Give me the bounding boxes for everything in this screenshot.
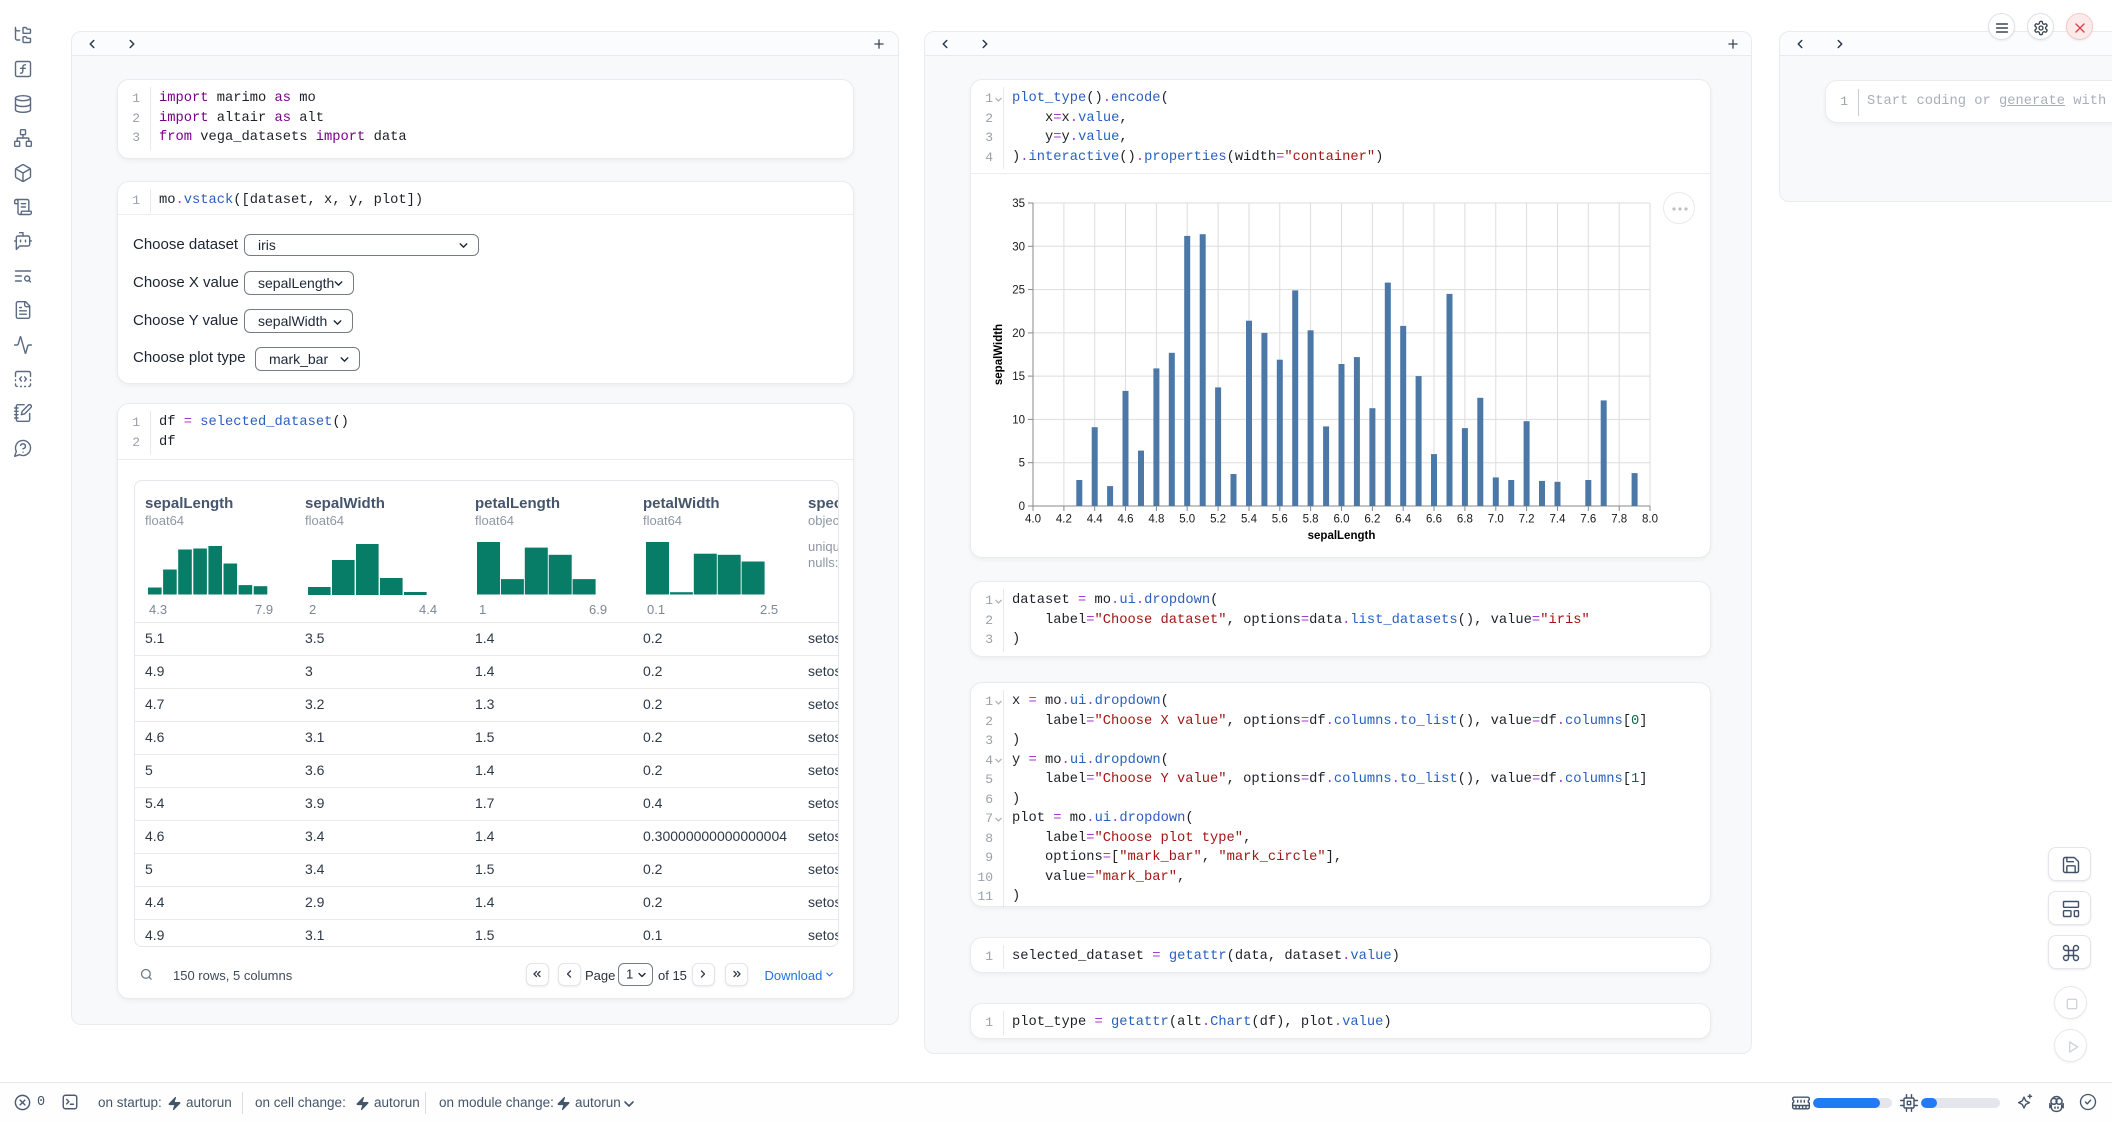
- svg-text:6.2: 6.2: [1364, 514, 1380, 526]
- svg-text:7.8: 7.8: [1611, 514, 1627, 526]
- svg-text:sepalLength: sepalLength: [1308, 530, 1376, 542]
- svg-text:4.0: 4.0: [1025, 514, 1041, 526]
- svg-text:5.0: 5.0: [1179, 514, 1195, 526]
- svg-text:0: 0: [1019, 501, 1025, 513]
- svg-text:4.2: 4.2: [1056, 514, 1072, 526]
- svg-text:5.8: 5.8: [1303, 514, 1319, 526]
- svg-text:6.6: 6.6: [1426, 514, 1442, 526]
- svg-text:4.8: 4.8: [1148, 514, 1164, 526]
- svg-text:6.8: 6.8: [1457, 514, 1473, 526]
- svg-text:7.6: 7.6: [1580, 514, 1596, 526]
- svg-text:7.4: 7.4: [1550, 514, 1567, 526]
- svg-text:5: 5: [1019, 458, 1025, 470]
- svg-text:4.6: 4.6: [1118, 514, 1134, 526]
- svg-text:30: 30: [1012, 241, 1025, 253]
- svg-text:20: 20: [1012, 328, 1025, 340]
- svg-text:7.0: 7.0: [1488, 514, 1504, 526]
- svg-text:5.4: 5.4: [1241, 514, 1258, 526]
- svg-text:35: 35: [1012, 198, 1025, 210]
- svg-text:15: 15: [1012, 371, 1025, 383]
- svg-text:6.0: 6.0: [1334, 514, 1350, 526]
- svg-text:10: 10: [1012, 414, 1025, 426]
- svg-text:7.2: 7.2: [1519, 514, 1535, 526]
- svg-text:5.6: 5.6: [1272, 514, 1288, 526]
- svg-text:sepalWidth: sepalWidth: [993, 324, 1005, 385]
- svg-text:4.4: 4.4: [1087, 514, 1104, 526]
- svg-text:25: 25: [1012, 285, 1025, 297]
- svg-text:6.4: 6.4: [1395, 514, 1412, 526]
- svg-text:8.0: 8.0: [1642, 514, 1658, 526]
- svg-text:5.2: 5.2: [1210, 514, 1226, 526]
